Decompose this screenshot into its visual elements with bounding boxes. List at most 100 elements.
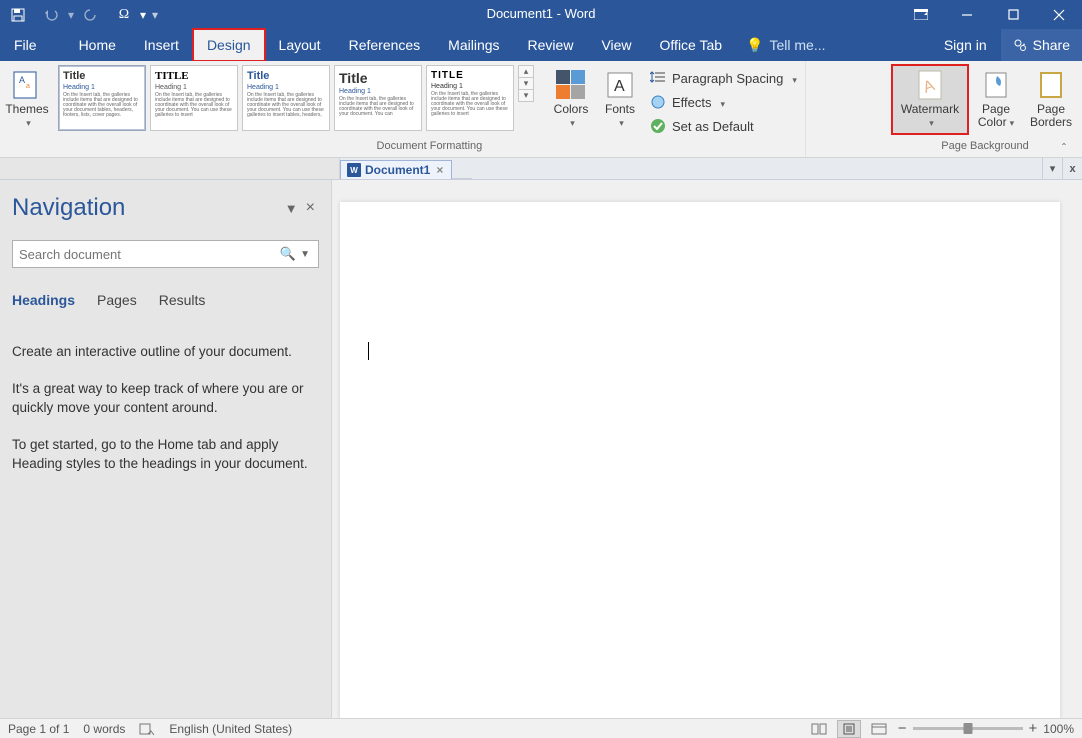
document-area bbox=[332, 180, 1082, 718]
style-set-thumb-5[interactable]: TITLE Heading 1 On the Insert tab, the g… bbox=[426, 65, 514, 131]
navigation-close-button[interactable]: × bbox=[302, 199, 319, 217]
tab-insert[interactable]: Insert bbox=[130, 29, 193, 61]
save-button[interactable] bbox=[6, 3, 30, 27]
tab-strip-close[interactable]: x bbox=[1062, 158, 1082, 179]
search-dropdown[interactable]: ▼ bbox=[298, 249, 312, 260]
zoom-level[interactable]: 100% bbox=[1043, 722, 1074, 736]
tell-me-search[interactable]: 💡 Tell me... bbox=[736, 29, 835, 61]
view-read-mode[interactable] bbox=[808, 721, 830, 737]
redo-button[interactable] bbox=[78, 3, 102, 27]
status-word-count[interactable]: 0 words bbox=[83, 722, 125, 736]
window-controls bbox=[898, 0, 1082, 29]
thumb-title: Title bbox=[247, 70, 325, 82]
workspace: Navigation ▼ × 🔍 ▼ Headings Pages Result… bbox=[0, 180, 1082, 718]
ribbon: Aa Themes Title Heading 1 On the Insert … bbox=[0, 61, 1082, 158]
page-background-label: Page Background bbox=[941, 139, 1028, 155]
zoom-slider[interactable] bbox=[913, 727, 1023, 730]
tab-design[interactable]: Design bbox=[193, 29, 265, 61]
tab-view[interactable]: View bbox=[587, 29, 645, 61]
search-icon[interactable]: 🔍 bbox=[278, 246, 298, 262]
style-set-thumb-3[interactable]: Title Heading 1 On the Insert tab, the g… bbox=[242, 65, 330, 131]
status-language[interactable]: English (United States) bbox=[169, 722, 292, 736]
undo-button[interactable] bbox=[40, 3, 64, 27]
search-input[interactable] bbox=[19, 247, 278, 262]
document-tab[interactable]: W Document1 × bbox=[340, 160, 452, 179]
page-color-button[interactable]: Page Color bbox=[972, 65, 1020, 134]
colors-label: Colors bbox=[554, 102, 589, 116]
style-set-thumb-4[interactable]: Title Heading 1 On the Insert tab, the g… bbox=[334, 65, 422, 131]
tab-references[interactable]: References bbox=[335, 29, 435, 61]
paragraph-spacing-button[interactable]: Paragraph Spacing bbox=[650, 67, 797, 89]
status-spellcheck-icon[interactable] bbox=[139, 722, 155, 736]
qat-customize-dropdown[interactable]: ▾ bbox=[150, 3, 160, 27]
zoom-in-button[interactable]: + bbox=[1029, 720, 1038, 737]
thumb-title: TITLE bbox=[155, 70, 233, 82]
navigation-title: Navigation bbox=[12, 194, 281, 222]
watermark-button[interactable]: A Watermark bbox=[892, 65, 968, 134]
fonts-button[interactable]: A Fonts bbox=[598, 65, 642, 134]
nav-help-p3: To get started, go to the Home tab and a… bbox=[12, 435, 319, 473]
navigation-tabs: Headings Pages Results bbox=[12, 292, 319, 312]
effects-icon bbox=[650, 94, 666, 110]
document-page[interactable] bbox=[340, 202, 1060, 718]
thumb-title: TITLE bbox=[431, 70, 509, 81]
nav-tab-pages[interactable]: Pages bbox=[97, 292, 137, 312]
thumb-title: Title bbox=[63, 70, 141, 82]
tab-file[interactable]: File bbox=[0, 29, 51, 61]
close-document-tab[interactable]: × bbox=[434, 163, 445, 177]
set-as-default-button[interactable]: Set as Default bbox=[650, 115, 797, 137]
gallery-more[interactable]: ▾ bbox=[519, 90, 533, 101]
view-print-layout[interactable] bbox=[838, 721, 860, 737]
colors-icon bbox=[555, 69, 587, 101]
close-button[interactable] bbox=[1036, 0, 1082, 29]
sign-in-link[interactable]: Sign in bbox=[930, 29, 1001, 61]
gallery-down[interactable]: ▾ bbox=[519, 78, 533, 90]
page-borders-label: Page Borders bbox=[1030, 102, 1072, 129]
tab-home[interactable]: Home bbox=[65, 29, 130, 61]
tab-list-dropdown[interactable]: ▾ bbox=[1042, 158, 1062, 179]
themes-button[interactable]: Aa Themes bbox=[2, 65, 52, 134]
watermark-label: Watermark bbox=[901, 102, 959, 116]
minimize-button[interactable] bbox=[944, 0, 990, 29]
svg-text:a: a bbox=[26, 83, 30, 90]
page-borders-icon bbox=[1035, 69, 1067, 101]
colors-button[interactable]: Colors bbox=[548, 65, 594, 134]
tab-review[interactable]: Review bbox=[514, 29, 588, 61]
thumb-heading: Heading 1 bbox=[431, 83, 509, 90]
page-color-label: Page Color bbox=[978, 102, 1010, 129]
navigation-menu-dropdown[interactable]: ▼ bbox=[281, 201, 302, 216]
nav-tab-results[interactable]: Results bbox=[159, 292, 206, 312]
quick-access-toolbar: ▾ Ω ▾ ▾ bbox=[0, 3, 160, 27]
search-document-field[interactable]: 🔍 ▼ bbox=[12, 240, 319, 268]
nav-help-p1: Create an interactive outline of your do… bbox=[12, 342, 319, 361]
tab-officetab[interactable]: Office Tab bbox=[646, 29, 737, 61]
nav-tab-headings[interactable]: Headings bbox=[12, 292, 75, 312]
zoom-out-button[interactable]: − bbox=[898, 720, 907, 737]
thumb-heading: Heading 1 bbox=[247, 84, 325, 91]
view-web-layout[interactable] bbox=[868, 721, 890, 737]
share-button[interactable]: Share bbox=[1001, 29, 1082, 61]
symbol-dropdown[interactable]: ▾ bbox=[138, 3, 148, 27]
page-color-icon bbox=[980, 69, 1012, 101]
ribbon-display-options[interactable] bbox=[898, 0, 944, 29]
style-set-thumb-2[interactable]: TITLE Heading 1 On the Insert tab, the g… bbox=[150, 65, 238, 131]
tab-layout[interactable]: Layout bbox=[265, 29, 335, 61]
watermark-icon: A bbox=[914, 69, 946, 101]
page-borders-button[interactable]: Page Borders bbox=[1024, 65, 1078, 133]
collapse-ribbon-button[interactable]: ˆ bbox=[1052, 139, 1076, 157]
status-page[interactable]: Page 1 of 1 bbox=[8, 722, 69, 736]
thumb-title: Title bbox=[339, 70, 417, 86]
gallery-up[interactable]: ▴ bbox=[519, 66, 533, 78]
symbol-button[interactable]: Ω bbox=[112, 3, 136, 27]
lightbulb-icon: 💡 bbox=[746, 37, 763, 54]
zoom-thumb[interactable] bbox=[963, 723, 972, 734]
style-set-thumb-1[interactable]: Title Heading 1 On the Insert tab, the g… bbox=[58, 65, 146, 131]
tab-mailings[interactable]: Mailings bbox=[434, 29, 513, 61]
maximize-button[interactable] bbox=[990, 0, 1036, 29]
set-default-label: Set as Default bbox=[672, 119, 754, 134]
themes-icon: Aa bbox=[11, 69, 43, 101]
svg-text:A: A bbox=[19, 75, 25, 85]
undo-dropdown[interactable]: ▾ bbox=[66, 3, 76, 27]
effects-button[interactable]: Effects bbox=[650, 91, 797, 113]
thumb-heading: Heading 1 bbox=[339, 88, 417, 95]
